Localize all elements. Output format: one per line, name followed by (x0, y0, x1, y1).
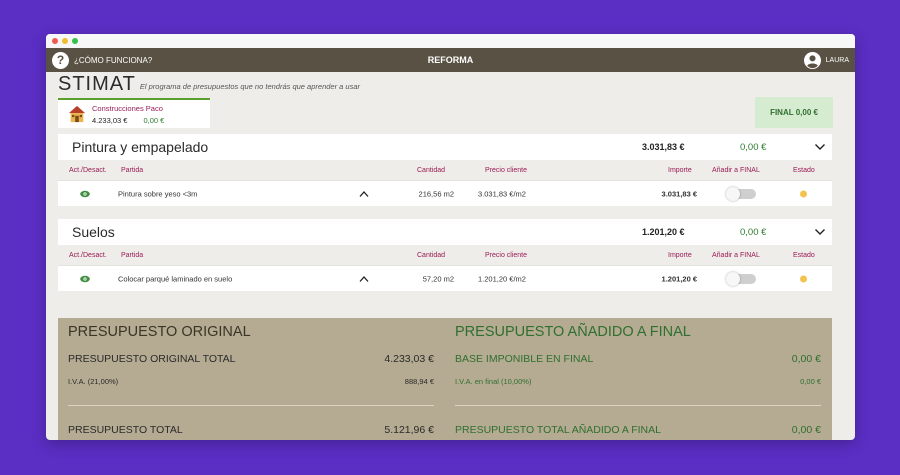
summary-final-grand-total: PRESUPUESTO TOTAL AÑADIDO A FINAL 0,00 € (455, 424, 821, 436)
add-to-final-toggle[interactable] (726, 186, 756, 201)
status-dot (800, 275, 807, 282)
summary-value: 0,00 € (800, 377, 821, 386)
col-anadir: Añadir a FINAL (712, 251, 760, 259)
client-info: Construcciones Paco 4.233,03 € 0,00 € (92, 104, 164, 125)
section-total: 3.031,83 € (642, 142, 685, 152)
minimize-window-button[interactable] (62, 38, 68, 44)
summary-label: I.V.A. (21,00%) (68, 377, 119, 386)
summary-label: BASE IMPONIBLE EN FINAL (455, 353, 594, 365)
section-total: 1.201,20 € (642, 227, 685, 237)
summary-original-grand-total: PRESUPUESTO TOTAL 5.121,96 € (68, 424, 434, 436)
summary-original-heading: PRESUPUESTO ORIGINAL (68, 324, 251, 340)
divider (68, 405, 434, 406)
divider (455, 405, 821, 406)
summary-value: 4.233,03 € (384, 353, 434, 365)
col-toggle: Act./Desact. (69, 166, 107, 174)
summary-label: PRESUPUESTO TOTAL (68, 424, 183, 436)
summary-final-iva: I.V.A. en final (10,00%) 0,00 € (455, 377, 821, 386)
section-header[interactable]: Suelos 1.201,20 € 0,00 € (58, 219, 832, 245)
eye-icon[interactable] (80, 275, 90, 283)
stimat-logo: STIMAT (58, 73, 136, 95)
client-name: Construcciones Paco (92, 103, 163, 113)
chevron-up-icon[interactable] (359, 190, 369, 198)
summary-label: I.V.A. en final (10,00%) (455, 377, 532, 386)
section-title: Suelos (72, 224, 115, 240)
row-cantidad: 57,20 m2 (422, 274, 454, 283)
client-final: 0,00 € (143, 115, 165, 125)
section-final: 0,00 € (740, 141, 767, 153)
section-title: Pintura y empapelado (72, 139, 209, 155)
row-precio: 3.031,83 €/m2 (478, 189, 526, 198)
top-bar: ? ¿CÓMO FUNCIONA? REFORMA LAURA (46, 48, 855, 72)
summary-original-total: PRESUPUESTO ORIGINAL TOTAL 4.233,03 € (68, 353, 434, 365)
section-pintura: Pintura y empapelado 3.031,83 € 0,00 € A… (58, 134, 832, 206)
client-values: 4.233,03 € 0,00 € (92, 116, 164, 125)
col-cantidad: Cantidad (417, 166, 446, 174)
table-row: Colocar parqué laminado en suelo 57,20 m… (58, 265, 832, 291)
col-precio: Precio cliente (485, 251, 528, 259)
status-dot (800, 190, 807, 197)
col-toggle: Act./Desact. (69, 251, 107, 259)
brand-row: STIMAT El programa de presupuestos que n… (46, 72, 855, 95)
maximize-window-button[interactable] (72, 38, 78, 44)
client-total: 4.233,03 € (92, 115, 128, 125)
tagline: El programa de presupuestos que no tendr… (139, 82, 361, 91)
summary-original-iva: I.V.A. (21,00%) 888,94 € (68, 377, 434, 386)
row-cantidad: 216,56 m2 (418, 189, 454, 198)
summary-label: PRESUPUESTO TOTAL AÑADIDO A FINAL (455, 424, 661, 436)
house-icon (68, 105, 86, 123)
column-headers: Act./Desact. Partida Cantidad Precio cli… (58, 160, 832, 180)
summary-value: 0,00 € (791, 424, 821, 436)
question-circle-icon: ? (52, 51, 69, 69)
col-cantidad: Cantidad (417, 251, 446, 259)
col-partida: Partida (121, 251, 144, 259)
col-estado: Estado (793, 166, 815, 174)
row-partida: Pintura sobre yeso <3m (118, 189, 198, 198)
section-final: 0,00 € (740, 226, 767, 238)
chevron-up-icon[interactable] (359, 275, 369, 283)
col-importe: Importe (668, 251, 692, 259)
col-precio: Precio cliente (485, 166, 528, 174)
help-label: ¿CÓMO FUNCIONA? (74, 55, 153, 65)
add-to-final-toggle[interactable] (726, 271, 756, 286)
summary-panel: PRESUPUESTO ORIGINAL PRESUPUESTO ORIGINA… (58, 318, 832, 440)
col-partida: Partida (121, 166, 144, 174)
summary-final-heading: PRESUPUESTO AÑADIDO A FINAL (455, 324, 691, 340)
summary-value: 888,94 € (404, 377, 434, 386)
chevron-down-icon[interactable] (814, 141, 826, 153)
final-total-badge[interactable]: FINAL 0,00 € (755, 97, 833, 128)
row-importe: 3.031,83 € (661, 189, 697, 198)
close-window-button[interactable] (52, 38, 58, 44)
col-importe: Importe (668, 166, 692, 174)
project-title: REFORMA (427, 55, 474, 65)
client-card[interactable]: Construcciones Paco 4.233,03 € 0,00 € (58, 98, 210, 128)
row-precio: 1.201,20 €/m2 (478, 274, 526, 283)
section-suelos: Suelos 1.201,20 € 0,00 € Act./Desact. Pa… (58, 219, 832, 291)
summary-final-base: BASE IMPONIBLE EN FINAL 0,00 € (455, 353, 821, 365)
user-menu[interactable]: LAURA (803, 51, 849, 69)
chevron-down-icon[interactable] (814, 226, 826, 238)
section-header[interactable]: Pintura y empapelado 3.031,83 € 0,00 € (58, 134, 832, 160)
help-link[interactable]: ? ¿CÓMO FUNCIONA? (52, 51, 153, 69)
col-anadir: Añadir a FINAL (712, 166, 760, 174)
table-row: Pintura sobre yeso <3m 216,56 m2 3.031,8… (58, 180, 832, 206)
user-circle-icon (803, 51, 821, 69)
app-window: ? ¿CÓMO FUNCIONA? REFORMA LAURA STIMAT E… (46, 34, 855, 440)
col-estado: Estado (793, 251, 815, 259)
window-chrome (46, 34, 855, 48)
summary-value: 5.121,96 € (384, 424, 434, 436)
row-partida: Colocar parqué laminado en suelo (118, 274, 233, 283)
user-name: LAURA (825, 56, 849, 64)
summary-label: PRESUPUESTO ORIGINAL TOTAL (68, 353, 236, 365)
summary-value: 0,00 € (791, 353, 821, 365)
column-headers: Act./Desact. Partida Cantidad Precio cli… (58, 245, 832, 265)
row-importe: 1.201,20 € (661, 274, 697, 283)
eye-icon[interactable] (80, 190, 90, 198)
